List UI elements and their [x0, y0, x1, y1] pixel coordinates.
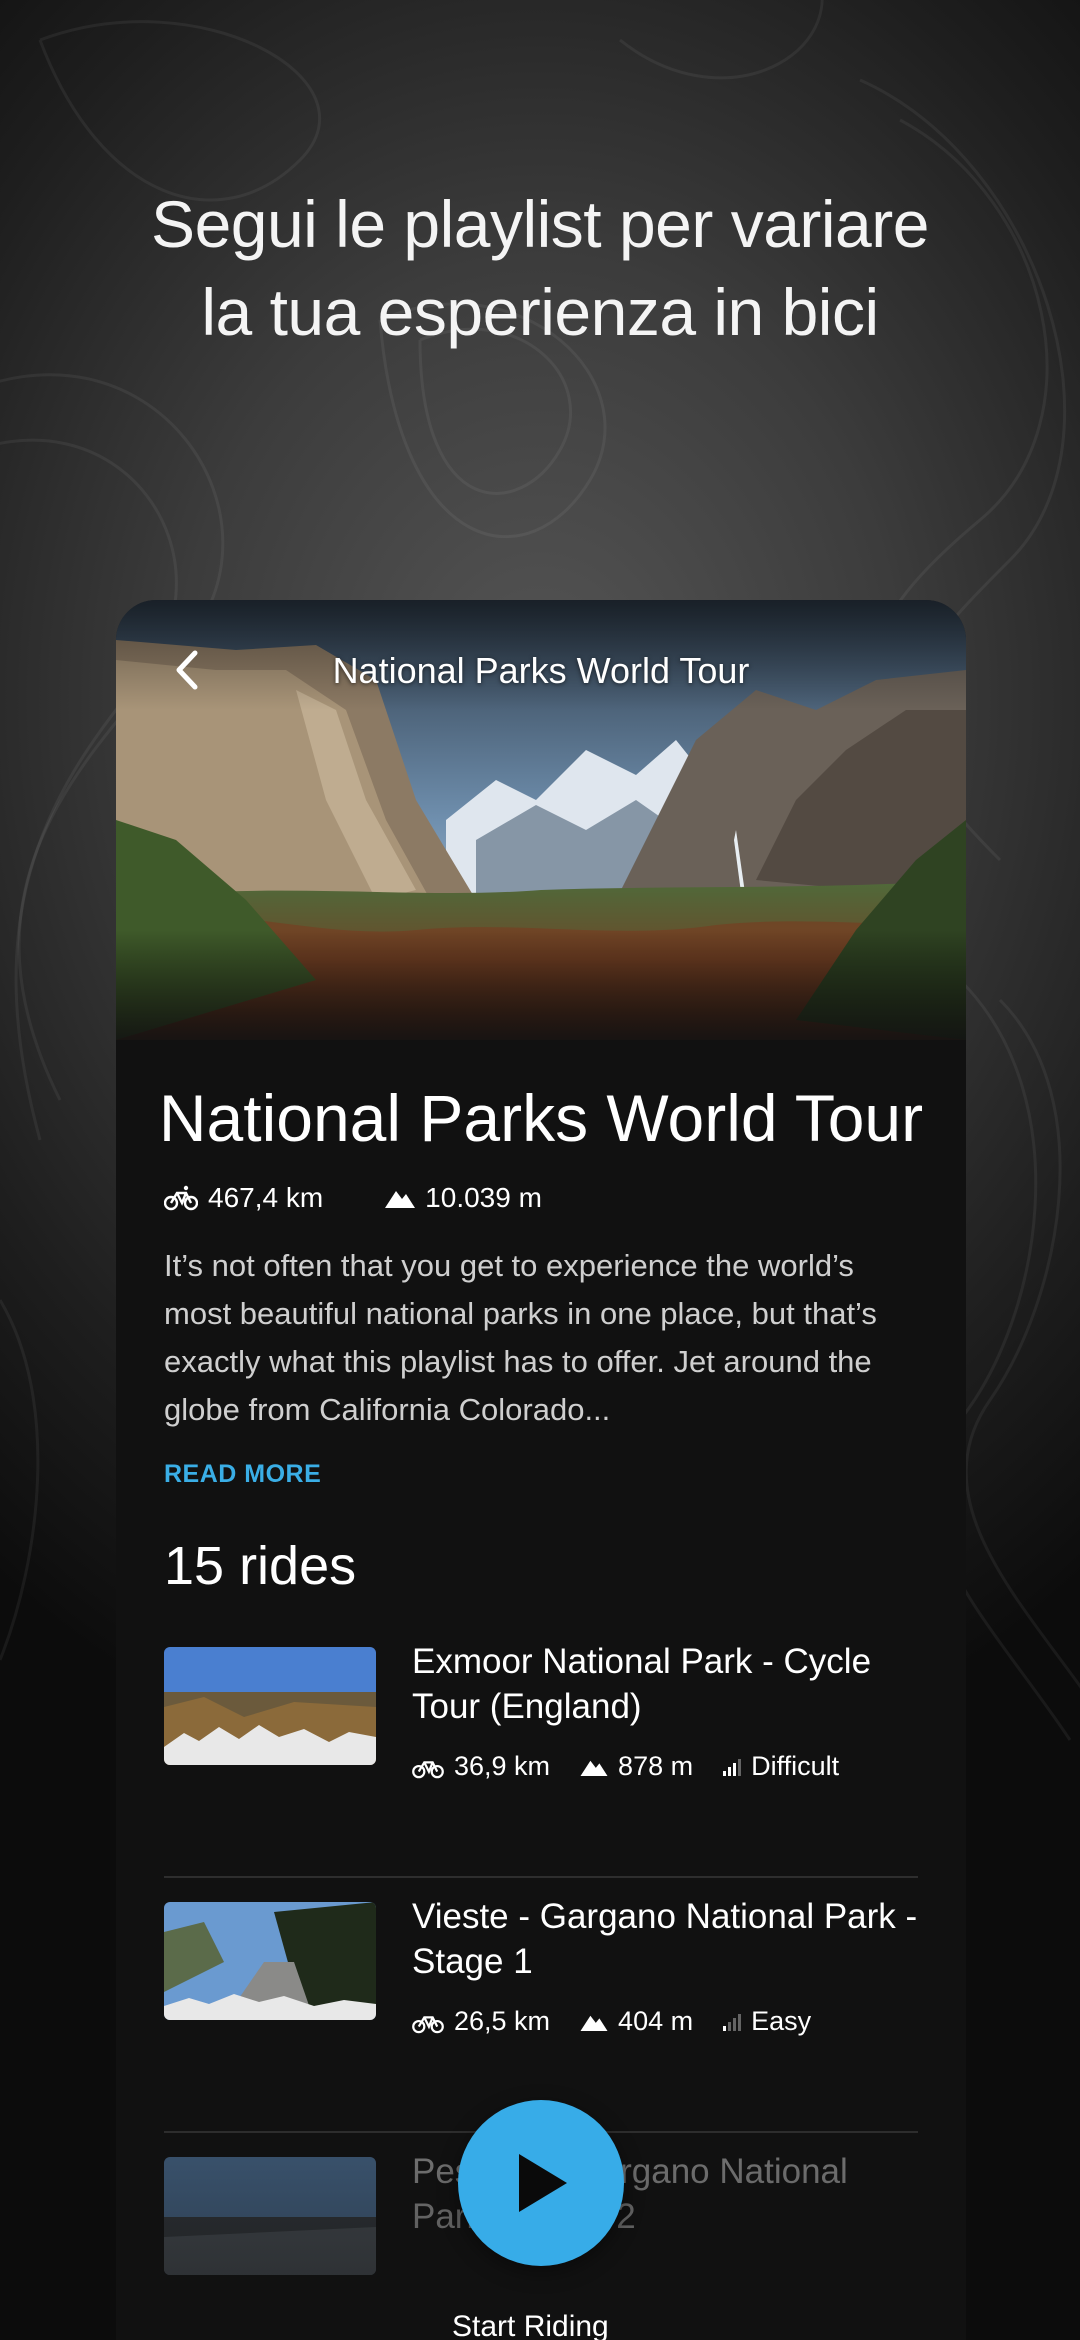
- ride-distance: 26,5 km: [454, 2006, 551, 2036]
- ride-difficulty: Easy: [751, 2006, 812, 2036]
- difficulty-stat: Difficult: [723, 1751, 839, 1782]
- playlist-card: National Parks World Tour National Parks…: [116, 600, 966, 2340]
- ride-elevation: 404 m: [618, 2006, 694, 2036]
- headline-line-1: Segui le playlist per variare: [151, 187, 929, 261]
- list-item[interactable]: Vieste - Gargano National Park - Stage 1…: [164, 1878, 918, 2133]
- ride-elevation: 878 m: [618, 1751, 694, 1781]
- header-title: National Parks World Tour: [332, 650, 750, 691]
- ride-info: Exmoor National Park - Cycle Tour (Engla…: [412, 1639, 918, 1876]
- distance-value: 467,4 km: [208, 1182, 324, 1213]
- ride-difficulty: Difficult: [751, 1751, 840, 1781]
- mountain-icon: [385, 1191, 416, 1208]
- start-riding-label: Start Riding: [452, 2310, 609, 2340]
- signal-bars-icon: [723, 2013, 742, 2031]
- ride-title: Exmoor National Park - Cycle Tour (Engla…: [412, 1642, 872, 1726]
- distance-stat: 26,5 km: [412, 2006, 550, 2037]
- ride-thumbnail: [164, 1647, 376, 1765]
- ride-stats: 26,5 km 404 m Easy: [412, 2006, 918, 2037]
- play-button[interactable]: [458, 2100, 624, 2266]
- playlist-stats: 467,4 km 10.039 m: [116, 1182, 966, 1214]
- difficulty-stat: Easy: [723, 2006, 811, 2037]
- playlist-title: National Parks World Tour: [158, 1081, 924, 1155]
- play-icon: [519, 2154, 567, 2212]
- rides-count: 15 rides: [164, 1536, 357, 1596]
- headline: Segui le playlist per variare la tua esp…: [60, 180, 1020, 356]
- elevation-stat: 10.039 m: [385, 1182, 542, 1214]
- elevation-stat: 404 m: [580, 2006, 693, 2037]
- ride-distance: 36,9 km: [454, 1751, 551, 1781]
- mountain-icon: [580, 2015, 608, 2031]
- ride-stats: 36,9 km 878 m Difficult: [412, 1751, 918, 1782]
- bike-icon: [412, 2015, 444, 2033]
- ride-title: Vieste - Gargano National Park - Stage 1: [412, 1897, 918, 1981]
- ride-thumbnail: [164, 2157, 376, 2275]
- signal-bars-icon: [723, 1758, 742, 1776]
- distance-stat: 36,9 km: [412, 1751, 550, 1782]
- screen: Segui le playlist per variare la tua esp…: [0, 0, 1080, 2340]
- ride-thumbnail: [164, 1902, 376, 2020]
- read-more-link[interactable]: READ MORE: [164, 1460, 321, 1489]
- headline-line-2: la tua esperienza in bici: [201, 275, 879, 349]
- elevation-value: 10.039 m: [425, 1182, 542, 1213]
- bike-icon: [412, 1760, 444, 1778]
- elevation-stat: 878 m: [580, 1751, 693, 1782]
- distance-stat: 467,4 km: [164, 1182, 323, 1214]
- mountain-icon: [580, 1760, 608, 1776]
- bike-icon: [164, 1185, 198, 1211]
- playlist-description: It’s not often that you get to experienc…: [164, 1248, 877, 1427]
- hero-image: National Parks World Tour: [116, 600, 966, 1040]
- ride-info: Vieste - Gargano National Park - Stage 1…: [412, 1894, 918, 2131]
- list-item[interactable]: Exmoor National Park - Cycle Tour (Engla…: [164, 1623, 918, 1878]
